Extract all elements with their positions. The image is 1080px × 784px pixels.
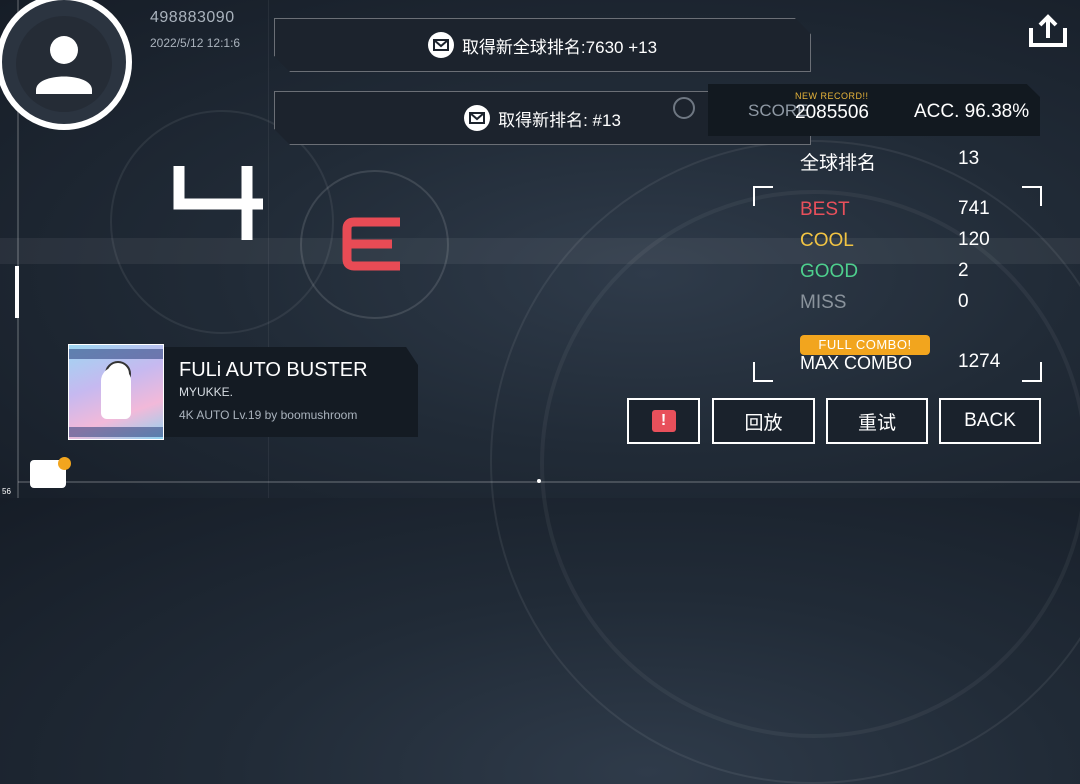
replay-button[interactable]: 回放 (712, 398, 815, 444)
frame-corner (753, 362, 773, 382)
fps-counter: 56 (2, 487, 11, 496)
gauge-icon (673, 97, 695, 119)
frame-corner (1022, 186, 1042, 206)
chart-info: 4K AUTO Lv.19 by boomushroom (179, 408, 358, 422)
report-button[interactable]: ! (627, 398, 700, 444)
miss-value: 0 (958, 291, 969, 312)
accuracy-value: ACC. 96.38% (914, 101, 1030, 122)
song-artist: MYUKKE. (179, 385, 234, 399)
notification-global-rank: 取得新全球排名:7630 +13 (274, 18, 811, 72)
report-icon: ! (651, 410, 676, 432)
cool-value: 120 (958, 229, 990, 250)
miss-label: MISS (800, 292, 847, 313)
page-indicator-dot (537, 479, 541, 483)
good-label: GOOD (800, 261, 859, 282)
max-combo-label: MAX COMBO (800, 353, 913, 373)
global-rank-label: 全球排名 (800, 153, 877, 174)
full-combo-badge: FULL COMBO! (800, 335, 930, 355)
global-rank-value: 13 (958, 148, 980, 169)
left-tick-mark (15, 266, 19, 318)
chat-notification-dot (58, 457, 71, 470)
best-label: BEST (800, 199, 850, 220)
bottom-frame-line (18, 481, 1080, 483)
song-title: FULi AUTO BUSTER (179, 359, 368, 381)
score-value: 2085506 (795, 102, 869, 123)
back-button[interactable]: BACK (939, 398, 1041, 444)
frame-corner (753, 186, 773, 206)
user-icon (36, 36, 92, 94)
best-value: 741 (958, 198, 990, 219)
grade-main: 4 (173, 160, 269, 249)
mail-icon (427, 32, 454, 58)
mail-icon (464, 105, 491, 131)
retry-button[interactable]: 重试 (826, 398, 928, 444)
frame-corner (1022, 362, 1042, 382)
share-button[interactable] (1028, 14, 1068, 53)
player-avatar[interactable] (0, 0, 132, 130)
notification-text: 取得新排名: #13 (498, 110, 621, 130)
share-icon (1029, 14, 1067, 47)
new-record-label: NEW RECORD!! (795, 91, 869, 101)
song-jacket-image (68, 344, 164, 440)
play-date: 2022/5/12 12:1:6 (150, 36, 241, 50)
max-combo-value: 1274 (958, 351, 1001, 372)
grade-sub: E (342, 216, 404, 277)
player-uid: 498883090 (150, 9, 235, 26)
cool-label: COOL (800, 230, 854, 251)
good-value: 2 (958, 260, 969, 281)
notification-text: 取得新全球排名:7630 +13 (461, 37, 658, 57)
